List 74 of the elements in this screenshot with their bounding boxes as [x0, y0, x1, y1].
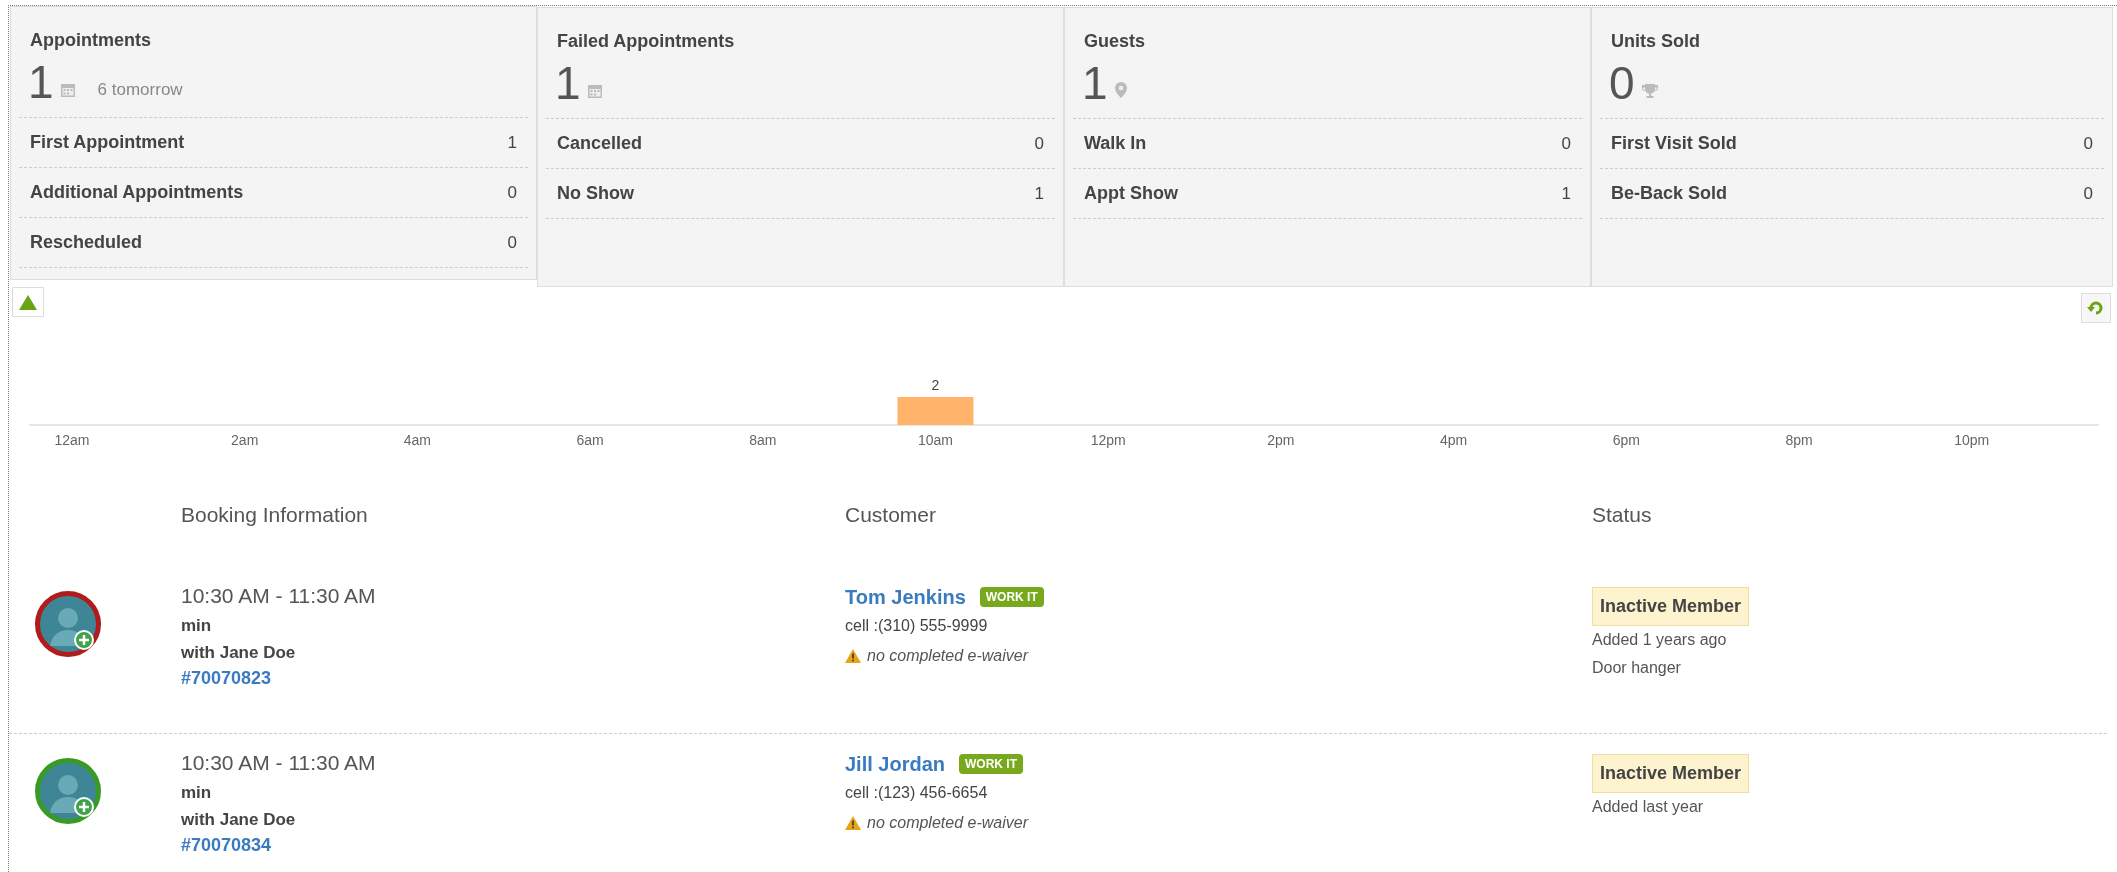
- status-badge: Inactive Member: [1592, 587, 1750, 626]
- stat-total: 1: [1082, 58, 1108, 108]
- data-label: 2: [931, 377, 940, 393]
- stat-label: Be-Back Sold: [1611, 183, 1728, 204]
- booking-link[interactable]: #70070834: [181, 833, 272, 857]
- axis-label: 10pm: [1954, 432, 1990, 448]
- status-badge: Inactive Member: [1592, 754, 1750, 793]
- stat-label: First Visit Sold: [1611, 133, 1737, 154]
- collapse-button[interactable]: [12, 287, 44, 317]
- column-header: Booking Information: [181, 503, 368, 526]
- axis-label: 8am: [749, 432, 777, 448]
- stat-label: No Show: [557, 183, 634, 204]
- stat-value: 0: [507, 232, 517, 253]
- booking-link[interactable]: #70070823: [181, 666, 272, 690]
- stat-label: Rescheduled: [30, 232, 143, 253]
- calendar-icon: [586, 83, 603, 99]
- stat-note: 6 tomorrow: [97, 80, 183, 100]
- axis-label: 6pm: [1612, 432, 1640, 448]
- status-note: Door hanger: [1592, 658, 1681, 678]
- customer-link[interactable]: Jill Jordan: [845, 752, 946, 776]
- stat-value: 0: [2083, 183, 2093, 204]
- axis-label: 10am: [918, 432, 953, 448]
- stat-label: Cancelled: [557, 133, 643, 154]
- calendar-icon: [59, 82, 76, 98]
- staff-name: with Jane Doe: [181, 642, 296, 664]
- triangle-icon: [19, 294, 37, 310]
- phone-number: cell :(310) 555-9999: [845, 616, 988, 636]
- work-it-badge[interactable]: WORK IT: [959, 754, 1024, 774]
- stat-value: 0: [1034, 133, 1044, 154]
- stat-value: 1: [1034, 183, 1044, 204]
- staff-name: with Jane Doe: [181, 809, 296, 831]
- warning-icon: [845, 816, 861, 830]
- axis-label: 4am: [403, 432, 431, 448]
- booking-duration: min: [181, 615, 212, 637]
- customer-link[interactable]: Tom Jenkins: [845, 585, 966, 609]
- axis-label: 12pm: [1090, 432, 1126, 448]
- warning-text: no completed e-waiver: [867, 814, 1028, 832]
- status-note: Added last year: [1592, 797, 1704, 817]
- status-note: Added 1 years ago: [1592, 630, 1727, 650]
- warning-text: no completed e-waiver: [867, 647, 1028, 665]
- axis-label: 4pm: [1440, 432, 1468, 448]
- card-title: Units Sold: [1610, 30, 1701, 53]
- booking-duration: min: [181, 782, 212, 804]
- stat-label: Appt Show: [1084, 183, 1178, 204]
- column-header: Status: [1592, 503, 1652, 526]
- trophy-icon: [1640, 83, 1659, 99]
- stat-value: 1: [507, 132, 517, 153]
- map-pin-icon: [1113, 81, 1128, 99]
- axis-label: 2pm: [1267, 432, 1295, 448]
- card-title: Appointments: [29, 29, 152, 52]
- stat-total: 0: [1609, 58, 1635, 108]
- column-header: Customer: [845, 503, 937, 526]
- card-title: Failed Appointments: [556, 30, 736, 53]
- warning-icon: [845, 649, 861, 663]
- stat-value: 0: [1561, 133, 1571, 154]
- axis-label: 2am: [231, 432, 259, 448]
- refresh-icon: [2087, 300, 2105, 316]
- stat-total: 1: [555, 58, 581, 108]
- phone-number: cell :(123) 456-6654: [845, 783, 988, 803]
- work-it-badge[interactable]: WORK IT: [979, 587, 1044, 607]
- booking-time: 10:30 AM - 11:30 AM: [181, 583, 376, 609]
- stat-label: Additional Appointments: [30, 182, 244, 203]
- stat-label: Walk In: [1084, 133, 1147, 154]
- axis-label: 6am: [576, 432, 604, 448]
- booking-time: 10:30 AM - 11:30 AM: [181, 750, 376, 776]
- stat-value: 0: [2083, 133, 2093, 154]
- refresh-button[interactable]: [2081, 293, 2111, 323]
- axis-label: 8pm: [1785, 432, 1813, 448]
- stat-value: 0: [507, 182, 517, 203]
- stat-value: 1: [1561, 183, 1571, 204]
- stat-total: 1: [28, 57, 54, 107]
- stat-label: First Appointment: [30, 132, 185, 153]
- axis-label: 12am: [54, 432, 90, 448]
- card-title: Guests: [1083, 30, 1147, 53]
